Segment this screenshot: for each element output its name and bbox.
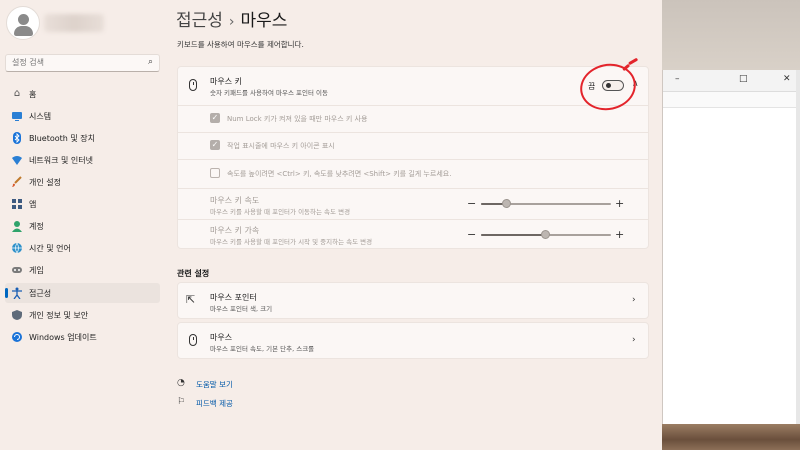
breadcrumb: 접근성 › 마우스 [176,6,287,31]
minimize-icon[interactable]: – [675,74,680,84]
brush-icon [11,176,23,188]
minus-icon: − [467,197,477,210]
shield-icon [11,309,23,321]
sidebar-item-accounts[interactable]: 계정 [5,216,160,236]
sidebar-item-privacy[interactable]: 개인 정보 및 보안 [5,305,160,325]
sidebar-item-gaming[interactable]: 게임 [5,260,160,280]
sidebar-item-accessibility[interactable]: 접근성 [5,283,160,303]
sidebar-item-label: 네트워크 및 인터넷 [29,156,93,165]
sidebar-item-label: Bluetooth 및 장치 [29,134,96,143]
search-icon[interactable]: ⌕ [148,57,153,67]
desktop-wallpaper [662,424,800,450]
divider [177,132,649,133]
sidebar-item-label: 시간 및 언어 [29,244,71,253]
sidebar-item-label: 홈 [29,90,37,99]
acceleration-slider[interactable]: − + [467,228,625,241]
background-window-toolbar [663,92,800,108]
breadcrumb-parent[interactable]: 접근성 [176,11,223,31]
divider [177,159,649,160]
breadcrumb-separator: › [228,14,235,30]
sidebar-item-label: 계정 [29,222,44,231]
annotation-mark [628,57,638,65]
apps-icon [11,198,23,210]
home-icon: ⌂ [13,88,21,99]
sidebar-item-label: 개인 정보 및 보안 [29,311,89,320]
help-icon: ◔ [177,378,185,388]
user-avatar[interactable] [6,6,40,40]
mouse-icon [189,334,197,346]
related-item-subtitle: 마우스 포인터 속도, 기본 단추, 스크롤 [210,345,315,353]
sidebar-item-apps[interactable]: 앱 [5,194,160,214]
background-window-titlebar[interactable]: – □ ✕ [663,70,800,92]
speed-subtitle: 마우스 키를 사용할 때 포인터가 이동하는 속도 변경 [210,208,351,216]
divider [177,188,649,189]
related-settings-heading: 관련 설정 [177,269,210,278]
search-input[interactable] [12,58,142,67]
sidebar-item-label: 게임 [29,266,44,275]
feedback-icon: ⚐ [177,397,186,407]
ctrl-shift-option-label: 속도를 높이려면 <Ctrl> 키, 속도를 낮추려면 <Shift> 키를 길… [227,170,452,178]
slider-thumb[interactable] [541,230,550,239]
accessibility-icon [11,287,23,300]
sidebar-item-label: 개인 설정 [29,178,61,187]
speed-slider[interactable]: − + [467,197,625,210]
feedback-link[interactable]: 피드백 제공 [196,398,233,409]
minus-icon: − [467,228,477,241]
settings-window: ⌕ ⌂ 홈 시스템 Bluetooth 및 장치 네트워크 및 인터넷 개인 설… [0,0,662,450]
numlock-checkbox[interactable]: ✓ [210,113,220,123]
system-icon [11,110,23,122]
gamepad-icon [11,264,23,276]
ctrl-shift-checkbox[interactable] [210,168,220,178]
sidebar-item-home[interactable]: ⌂ 홈 [5,84,160,104]
maximize-icon[interactable]: □ [739,74,748,84]
mouse-keys-title: 마우스 키 [210,77,242,86]
close-icon[interactable]: ✕ [783,74,791,84]
sidebar-item-time-language[interactable]: 시간 및 언어 [5,238,160,258]
user-name-blurred [44,14,104,32]
background-window[interactable]: – □ ✕ [662,70,800,424]
sidebar-item-label: 접근성 [29,289,52,298]
bluetooth-icon [11,132,23,144]
related-item-subtitle: 마우스 포인터 색, 크기 [210,305,273,313]
mouse-keys-subtitle: 숫자 키패드를 사용하여 마우스 포인터 이동 [210,89,328,97]
plus-icon: + [615,197,625,210]
network-icon [11,154,23,166]
related-item-title: 마우스 [210,333,233,342]
settings-search-box[interactable]: ⌕ [5,54,160,72]
sidebar-item-label: Windows 업데이트 [29,333,97,342]
divider [177,219,649,220]
numlock-option-label: Num Lock 키가 켜져 있을 때만 마우스 키 사용 [227,115,368,123]
sidebar-item-system[interactable]: 시스템 [5,106,160,126]
desktop-wallpaper [662,0,800,70]
taskbar-option-label: 작업 표시줄에 마우스 키 아이콘 표시 [227,142,335,150]
update-icon [11,331,23,343]
background-window-scrollbar[interactable] [796,70,800,424]
speed-title: 마우스 키 속도 [210,196,260,205]
mouse-icon [189,79,197,91]
chevron-right-icon[interactable]: › [632,335,636,345]
page-description: 키보드를 사용하여 마우스를 제어합니다. [177,40,304,49]
mouse-settings-card[interactable] [177,322,649,359]
sidebar-item-personalization[interactable]: 개인 설정 [5,172,160,192]
sidebar-item-windows-update[interactable]: Windows 업데이트 [5,327,160,347]
page-title: 마우스 [240,11,288,31]
taskbar-icon-checkbox[interactable]: ✓ [210,140,220,150]
sidebar-item-bluetooth[interactable]: Bluetooth 및 장치 [5,128,160,148]
mouse-pointer-icon: ⇱ [186,293,196,306]
acceleration-subtitle: 마우스 키를 사용할 때 포인터가 시작 및 중지하는 속도 변경 [210,238,373,246]
sidebar-item-label: 시스템 [29,112,52,121]
divider [177,105,649,106]
sidebar-item-network[interactable]: 네트워크 및 인터넷 [5,150,160,170]
acceleration-title: 마우스 키 가속 [210,226,260,235]
help-link[interactable]: 도움말 보기 [196,379,233,390]
slider-thumb[interactable] [502,199,511,208]
globe-icon [11,242,23,254]
related-item-title: 마우스 포인터 [210,293,257,302]
slider-fill [481,234,546,236]
plus-icon: + [615,228,625,241]
account-icon [11,220,23,232]
active-indicator [5,288,8,298]
sidebar-item-label: 앱 [29,200,37,209]
chevron-right-icon[interactable]: › [632,295,636,305]
